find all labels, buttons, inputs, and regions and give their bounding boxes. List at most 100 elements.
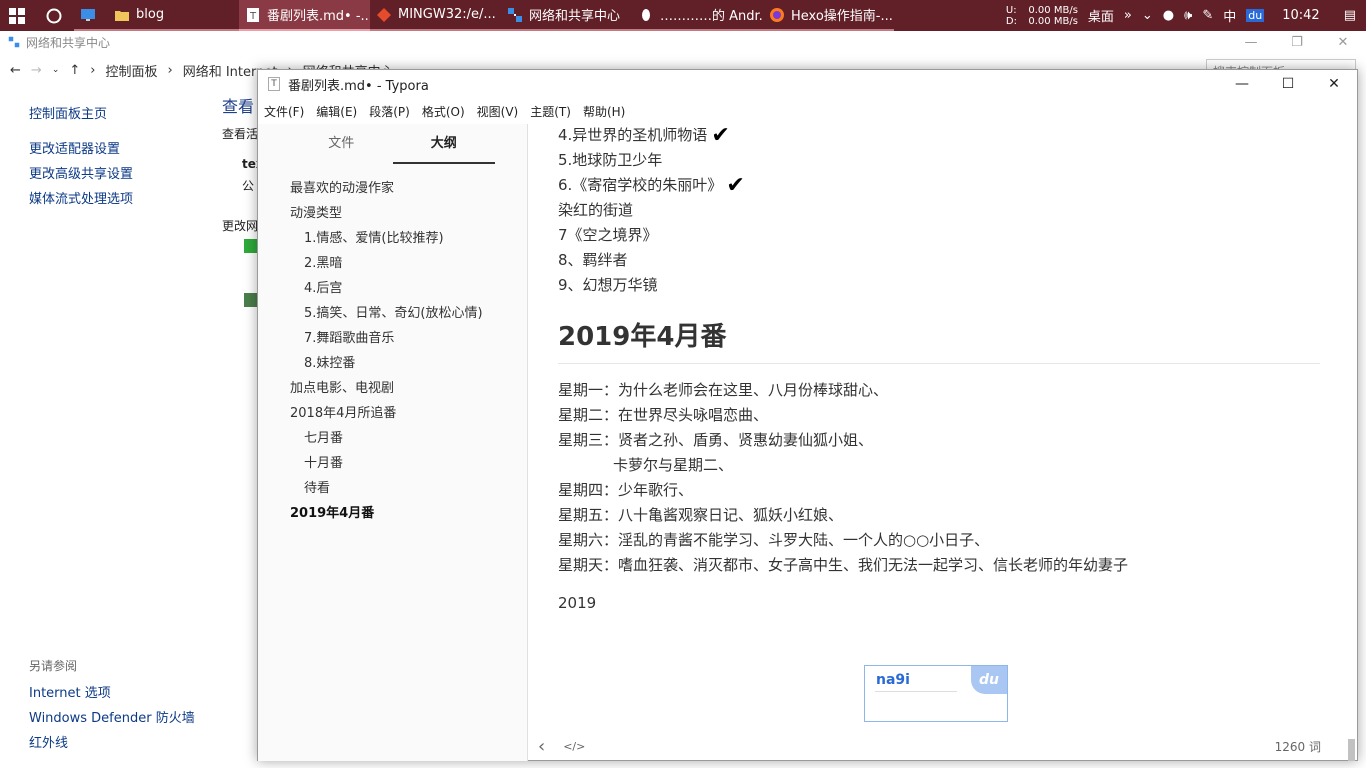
- list-item[interactable]: 9、幻想万华镜: [558, 273, 1320, 298]
- network-speed: U: 0.00 MB/s D: 0.00 MB/s: [1006, 5, 1078, 27]
- close-icon[interactable]: ✕: [1320, 31, 1366, 53]
- tab-outline[interactable]: 大纲: [392, 124, 495, 164]
- task-label: MINGW32:/e/...: [398, 7, 496, 22]
- qq-tray-icon[interactable]: ●: [1163, 8, 1174, 23]
- outline-item[interactable]: 5.搞笑、日常、奇幻(放松心情): [258, 301, 527, 326]
- typora-window: T 番剧列表.md• - Typora — ☐ ✕ 文件(F) 编辑(E) 段落…: [257, 69, 1358, 761]
- firewall-link[interactable]: Windows Defender 防火墙: [29, 707, 195, 732]
- infrared-link[interactable]: 红外线: [29, 732, 195, 757]
- menu-help[interactable]: 帮助(H): [583, 103, 625, 120]
- list-item[interactable]: 7《空之境界》: [558, 223, 1320, 248]
- list-item-text: 5.地球防卫少年: [558, 151, 663, 169]
- new-connection-icon[interactable]: [244, 239, 258, 253]
- troubleshoot-icon[interactable]: [244, 293, 258, 307]
- outline-item[interactable]: 最喜欢的动漫作家: [258, 176, 527, 201]
- schedule-line[interactable]: 星期三：贤者之孙、盾勇、贤惠幼妻仙狐小姐、: [558, 428, 1320, 453]
- task-typora[interactable]: T 番剧列表.md• -...: [239, 0, 370, 31]
- schedule-line[interactable]: 星期一：为什么老师会在这里、八月份棒球甜心、: [558, 378, 1320, 403]
- cp-window-controls: — ❐ ✕: [1228, 31, 1366, 53]
- minimize-icon[interactable]: —: [1219, 70, 1265, 98]
- sidebar: 文件 大纲 最喜欢的动漫作家 动漫类型 1.情感、爱情(比较推荐) 2.黑暗 4.后宫 5…: [258, 124, 528, 761]
- baidu-ime-icon[interactable]: du: [1246, 9, 1265, 22]
- outline-item[interactable]: 待看: [258, 476, 527, 501]
- minimize-icon[interactable]: —: [1228, 31, 1274, 53]
- source-mode-icon[interactable]: </>: [563, 740, 585, 753]
- forward-arrow-icon[interactable]: →: [31, 63, 42, 78]
- notification-icon[interactable]: ▤: [1344, 8, 1356, 23]
- menu-paragraph[interactable]: 段落(P): [369, 103, 410, 120]
- back-arrow-icon[interactable]: ←: [10, 63, 21, 78]
- media-streaming-link[interactable]: 媒体流式处理选项: [29, 188, 229, 213]
- task-desktop-app[interactable]: [74, 0, 108, 31]
- advanced-sharing-link[interactable]: 更改高级共享设置: [29, 163, 229, 188]
- outline-item[interactable]: 2.黑暗: [258, 251, 527, 276]
- toolbar-expand-icon[interactable]: »: [1124, 8, 1132, 23]
- tab-files[interactable]: 文件: [290, 124, 393, 164]
- schedule-line[interactable]: 卡萝尔与星期二、: [558, 453, 1320, 478]
- list-item[interactable]: 4.异世界的圣机师物语 ✔: [558, 124, 1320, 148]
- close-icon[interactable]: ✕: [1311, 70, 1357, 98]
- outline-item[interactable]: 8.妹控番: [258, 351, 527, 376]
- task-firefox[interactable]: Hexo操作指南-...: [763, 0, 894, 31]
- pen-icon[interactable]: ✎: [1202, 8, 1213, 23]
- desktop-toolbar[interactable]: 桌面: [1088, 6, 1114, 25]
- outline-item[interactable]: 七月番: [258, 426, 527, 451]
- taskbar: blog T 番剧列表.md• -... MINGW32:/e/... 网络和共…: [0, 0, 1366, 31]
- year-line[interactable]: 2019: [558, 591, 1320, 616]
- outline-item[interactable]: 2019年4月番: [258, 501, 527, 526]
- chevron-up-icon[interactable]: ⌄: [1142, 8, 1153, 23]
- toggle-sidebar-icon[interactable]: ‹: [538, 736, 545, 757]
- list-item[interactable]: 5.地球防卫少年: [558, 148, 1320, 173]
- editor[interactable]: 4.异世界的圣机师物语 ✔ 5.地球防卫少年 6.《寄宿学校的朱丽叶》 ✔ 染红的街道 7《…: [528, 124, 1357, 761]
- volume-icon[interactable]: 🕪: [1184, 8, 1192, 23]
- outline-item[interactable]: 动漫类型: [258, 201, 527, 226]
- clock[interactable]: 10:42: [1282, 8, 1319, 23]
- menu-format[interactable]: 格式(O): [422, 103, 465, 120]
- list-item[interactable]: 6.《寄宿学校的朱丽叶》 ✔: [558, 173, 1320, 198]
- menu-edit[interactable]: 编辑(E): [316, 103, 357, 120]
- adapter-settings-link[interactable]: 更改适配器设置: [29, 138, 229, 163]
- task-mingw[interactable]: MINGW32:/e/...: [370, 0, 501, 31]
- schedule-line[interactable]: 星期二：在世界尽头咏唱恋曲、: [558, 403, 1320, 428]
- outline-item[interactable]: 4.后宫: [258, 276, 527, 301]
- list-item-text: 9、幻想万华镜: [558, 276, 658, 294]
- ime-composition: na9i: [876, 672, 910, 688]
- task-network-center[interactable]: 网络和共享中心: [501, 0, 632, 31]
- schedule-line[interactable]: 星期天：嗜血狂袭、消灭都市、女子高中生、我们无法一起学习、信长老师的年幼妻子: [558, 553, 1320, 578]
- heading-2019-april[interactable]: 2019年4月番: [558, 320, 1320, 364]
- breadcrumb-separator-icon: ›: [90, 62, 96, 78]
- task-blog[interactable]: blog: [108, 0, 239, 31]
- schedule-line[interactable]: 星期四：少年歌行、: [558, 478, 1320, 503]
- maximize-icon[interactable]: ☐: [1265, 70, 1311, 98]
- list-item[interactable]: 8、羁绊者: [558, 248, 1320, 273]
- outline-item[interactable]: 7.舞蹈歌曲音乐: [258, 326, 527, 351]
- network-center-icon: [8, 36, 20, 48]
- schedule-line[interactable]: 星期五：八十亀酱观察日记、狐妖小红娘、: [558, 503, 1320, 528]
- document[interactable]: 4.异世界的圣机师物语 ✔ 5.地球防卫少年 6.《寄宿学校的朱丽叶》 ✔ 染红的街道 7《…: [558, 124, 1320, 616]
- word-count[interactable]: 1260 词: [1275, 738, 1321, 755]
- menu-view[interactable]: 视图(V): [477, 103, 519, 120]
- outline-item[interactable]: 十月番: [258, 451, 527, 476]
- breadcrumb-item[interactable]: 控制面板: [105, 61, 157, 80]
- start-button[interactable]: [0, 0, 34, 31]
- typora-window-controls: — ☐ ✕: [1219, 70, 1357, 98]
- list-item[interactable]: 染红的街道: [558, 198, 1320, 223]
- cortana-button[interactable]: [34, 0, 74, 31]
- menu-theme[interactable]: 主题(T): [530, 103, 571, 120]
- outline-item[interactable]: 加点电影、电视剧: [258, 376, 527, 401]
- outline-item[interactable]: 1.情感、爱情(比较推荐): [258, 226, 527, 251]
- system-tray: U: 0.00 MB/s D: 0.00 MB/s 桌面 » ⌄ ● 🕪 ✎ 中…: [1006, 0, 1366, 31]
- ime-lang[interactable]: 中: [1223, 6, 1236, 25]
- outline-item[interactable]: 2018年4月所追番: [258, 401, 527, 426]
- menu-file[interactable]: 文件(F): [264, 103, 304, 120]
- window-title: 番剧列表.md• - Typora: [288, 78, 429, 94]
- internet-options-link[interactable]: Internet 选项: [29, 682, 195, 707]
- checkmark-icon: ✔: [726, 173, 745, 198]
- up-arrow-icon[interactable]: ↑: [69, 63, 80, 78]
- git-bash-icon: [377, 7, 391, 22]
- restore-icon[interactable]: ❐: [1274, 31, 1320, 53]
- schedule-line[interactable]: 星期六：淫乱的青酱不能学习、斗罗大陆、一个人的○○小日子、: [558, 528, 1320, 553]
- task-qq-chat[interactable]: …………的 Andr...: [632, 0, 763, 31]
- recent-dropdown-icon[interactable]: ⌄: [52, 65, 60, 75]
- cp-home-link[interactable]: 控制面板主页: [29, 103, 229, 128]
